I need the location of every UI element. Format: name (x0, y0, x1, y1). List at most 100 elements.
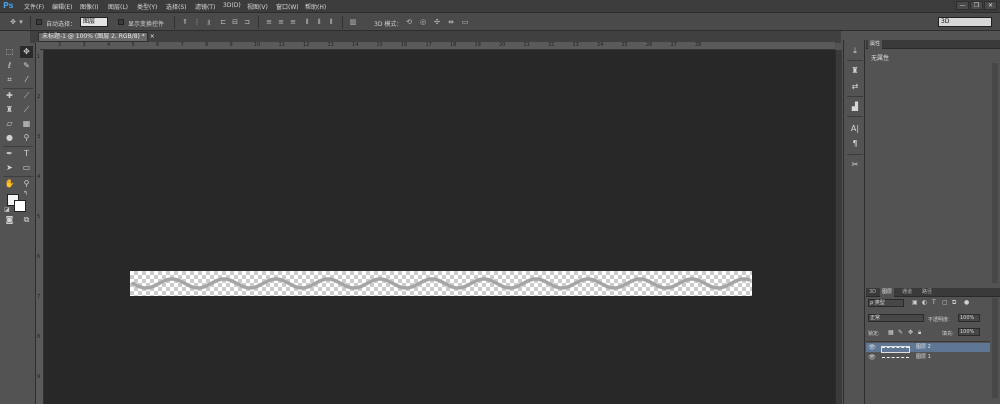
character-panel-icon[interactable]: A| (848, 122, 862, 135)
vertical-ruler[interactable]: 1 2 3 4 5 6 7 8 9 (36, 50, 44, 404)
menu-view[interactable]: 视图(V) (247, 2, 268, 11)
blend-mode-dropdown[interactable]: 正常 (868, 314, 924, 322)
layer-filter-dropdown[interactable]: ρ 类型 (868, 299, 904, 307)
tab-properties[interactable]: 属性 (868, 40, 883, 49)
eyedropper-tool-icon[interactable]: ⁄ (20, 74, 33, 86)
swap-colors-icon[interactable]: ↰ (23, 190, 28, 197)
close-window-button[interactable]: ✕ (984, 1, 997, 10)
path-selection-tool-icon[interactable]: ➤ (3, 162, 16, 174)
background-color-swatch[interactable] (14, 200, 26, 212)
crop-tool-icon[interactable]: ⌗ (3, 74, 16, 86)
minimize-button[interactable]: — (956, 1, 969, 10)
layer-row[interactable]: 👁︎ 图层 2 (866, 343, 990, 353)
menu-3d[interactable]: 3D(D) (223, 2, 241, 9)
marquee-tool-icon[interactable]: ⬚ (3, 46, 16, 58)
tab-channels[interactable]: 通道 (900, 288, 914, 297)
auto-align-icon[interactable]: ▥ (348, 18, 358, 26)
tool-presets-panel-icon[interactable]: ✂ (848, 158, 862, 171)
properties-scrollbar[interactable] (992, 63, 998, 283)
menu-edit[interactable]: 编辑(E) (52, 2, 72, 11)
move-tool-preset-icon[interactable]: ✥ (8, 18, 18, 26)
align-bottom-icon[interactable]: ⫫ (204, 18, 214, 26)
document-tab[interactable]: 未标题-1 @ 100% (图层 2, RGB/8) * × (38, 32, 155, 42)
distribute-left-icon[interactable]: ⦀ (302, 18, 312, 26)
default-colors-icon[interactable]: ◪ (4, 206, 10, 213)
tab-3d[interactable]: 3D (867, 288, 878, 297)
menu-image[interactable]: 图像(I) (80, 2, 98, 11)
align-hcenter-icon[interactable]: ⊟ (230, 18, 240, 26)
filter-shape-icon[interactable]: ▢ (942, 299, 948, 306)
canvas-workspace[interactable] (44, 50, 835, 404)
layer-comps-panel-icon[interactable]: ▟ (848, 100, 862, 113)
align-left-icon[interactable]: ⊏ (218, 18, 228, 26)
blur-tool-icon[interactable]: ● (3, 132, 16, 144)
brush-tool-icon[interactable]: ⟋ (20, 90, 33, 102)
layers-scrollbar[interactable] (992, 298, 998, 398)
move-tool-icon[interactable]: ✥ (20, 46, 33, 58)
lasso-tool-icon[interactable]: ℓ (3, 60, 16, 72)
show-transform-checkbox[interactable] (118, 19, 124, 25)
lock-position-icon[interactable]: ✥ (908, 329, 913, 336)
fill-field[interactable]: 100% (958, 328, 980, 336)
rotate-3d-icon[interactable]: ⟲ (404, 18, 414, 26)
pen-tool-icon[interactable]: ✒ (3, 148, 16, 160)
screen-mode-icon[interactable]: ⧉ (20, 214, 33, 226)
type-tool-icon[interactable]: T (20, 148, 33, 160)
auto-select-dropdown[interactable]: 图层 (80, 17, 108, 27)
tab-layers[interactable]: 图层 (880, 288, 895, 297)
drag-3d-icon[interactable]: ✣ (432, 18, 442, 26)
slide-3d-icon[interactable]: ⇹ (446, 18, 456, 26)
lock-image-icon[interactable]: ✎ (898, 329, 903, 336)
menu-select[interactable]: 选择(S) (166, 2, 187, 11)
vertical-scrollbar[interactable] (835, 50, 842, 404)
align-top-icon[interactable]: ⫪ (180, 18, 190, 26)
menu-layer[interactable]: 图层(L) (108, 2, 128, 11)
healing-brush-tool-icon[interactable]: ✚ (3, 90, 16, 102)
visibility-eye-icon[interactable]: 👁︎ (868, 353, 876, 362)
dodge-tool-icon[interactable]: ⚲ (20, 132, 33, 144)
clone-stamp-tool-icon[interactable]: ♜ (3, 104, 16, 116)
filter-pixel-icon[interactable]: ▣ (912, 299, 918, 306)
menu-filter[interactable]: 滤镜(T) (195, 2, 215, 11)
horizontal-ruler[interactable]: 2 3 4 5 6 7 8 9 10 11 12 13 14 15 16 17 18 19 20 21 22 23 24 25… (40, 42, 835, 50)
quick-select-tool-icon[interactable]: ✎ (20, 60, 33, 72)
rectangle-tool-icon[interactable]: ▭ (20, 162, 33, 174)
chevron-down-icon[interactable]: ▾ (18, 18, 24, 26)
filter-adjustment-icon[interactable]: ◐ (922, 299, 927, 306)
close-tab-icon[interactable]: × (150, 33, 155, 40)
scale-3d-icon[interactable]: ▭ (460, 18, 470, 26)
lock-all-icon[interactable]: 🔒︎ (918, 329, 921, 337)
tab-paths[interactable]: 路径 (920, 288, 934, 297)
align-vcenter-icon[interactable]: ⋮ (192, 18, 202, 26)
distribute-hcenter-icon[interactable]: ⦀ (314, 18, 324, 26)
menu-window[interactable]: 窗口(W) (276, 2, 299, 11)
menu-type[interactable]: 类型(Y) (137, 2, 157, 11)
align-right-icon[interactable]: ⊐ (242, 18, 252, 26)
restore-button[interactable]: ❐ (970, 1, 983, 10)
auto-select-checkbox[interactable] (36, 19, 42, 25)
workspace-dropdown[interactable]: 3D (938, 17, 992, 27)
distribute-right-icon[interactable]: ⦀ (326, 18, 336, 26)
adjustments-panel-icon[interactable]: ⇄ (848, 80, 862, 93)
distribute-vcenter-icon[interactable]: ≡ (276, 18, 286, 26)
filter-smart-object-icon[interactable]: ⧉ (952, 299, 956, 307)
filter-toggle-icon[interactable]: ● (964, 299, 969, 306)
filter-type-icon[interactable]: T (932, 299, 936, 306)
distribute-top-icon[interactable]: ≡ (264, 18, 274, 26)
menu-file[interactable]: 文件(F) (24, 2, 44, 11)
distribute-bottom-icon[interactable]: ≡ (288, 18, 298, 26)
history-brush-tool-icon[interactable]: ⟋ (20, 104, 33, 116)
layer-row[interactable]: 👁︎ 图层 1 (866, 353, 990, 362)
visibility-eye-icon[interactable]: 👁︎ (868, 343, 876, 352)
actions-panel-icon[interactable]: ♜ (848, 64, 862, 77)
document-canvas[interactable] (130, 271, 752, 296)
hand-tool-icon[interactable]: ✋ (3, 178, 16, 190)
zoom-tool-icon[interactable]: ⚲ (20, 178, 33, 190)
eraser-tool-icon[interactable]: ▱ (3, 118, 16, 130)
gradient-tool-icon[interactable]: ▦ (20, 118, 33, 130)
paragraph-panel-icon[interactable]: ¶ (848, 137, 862, 150)
opacity-field[interactable]: 100% (958, 314, 980, 322)
roll-3d-icon[interactable]: ◎ (418, 18, 428, 26)
history-panel-icon[interactable]: ⤓ (848, 44, 862, 57)
quick-mask-icon[interactable]: ◙ (3, 214, 16, 226)
